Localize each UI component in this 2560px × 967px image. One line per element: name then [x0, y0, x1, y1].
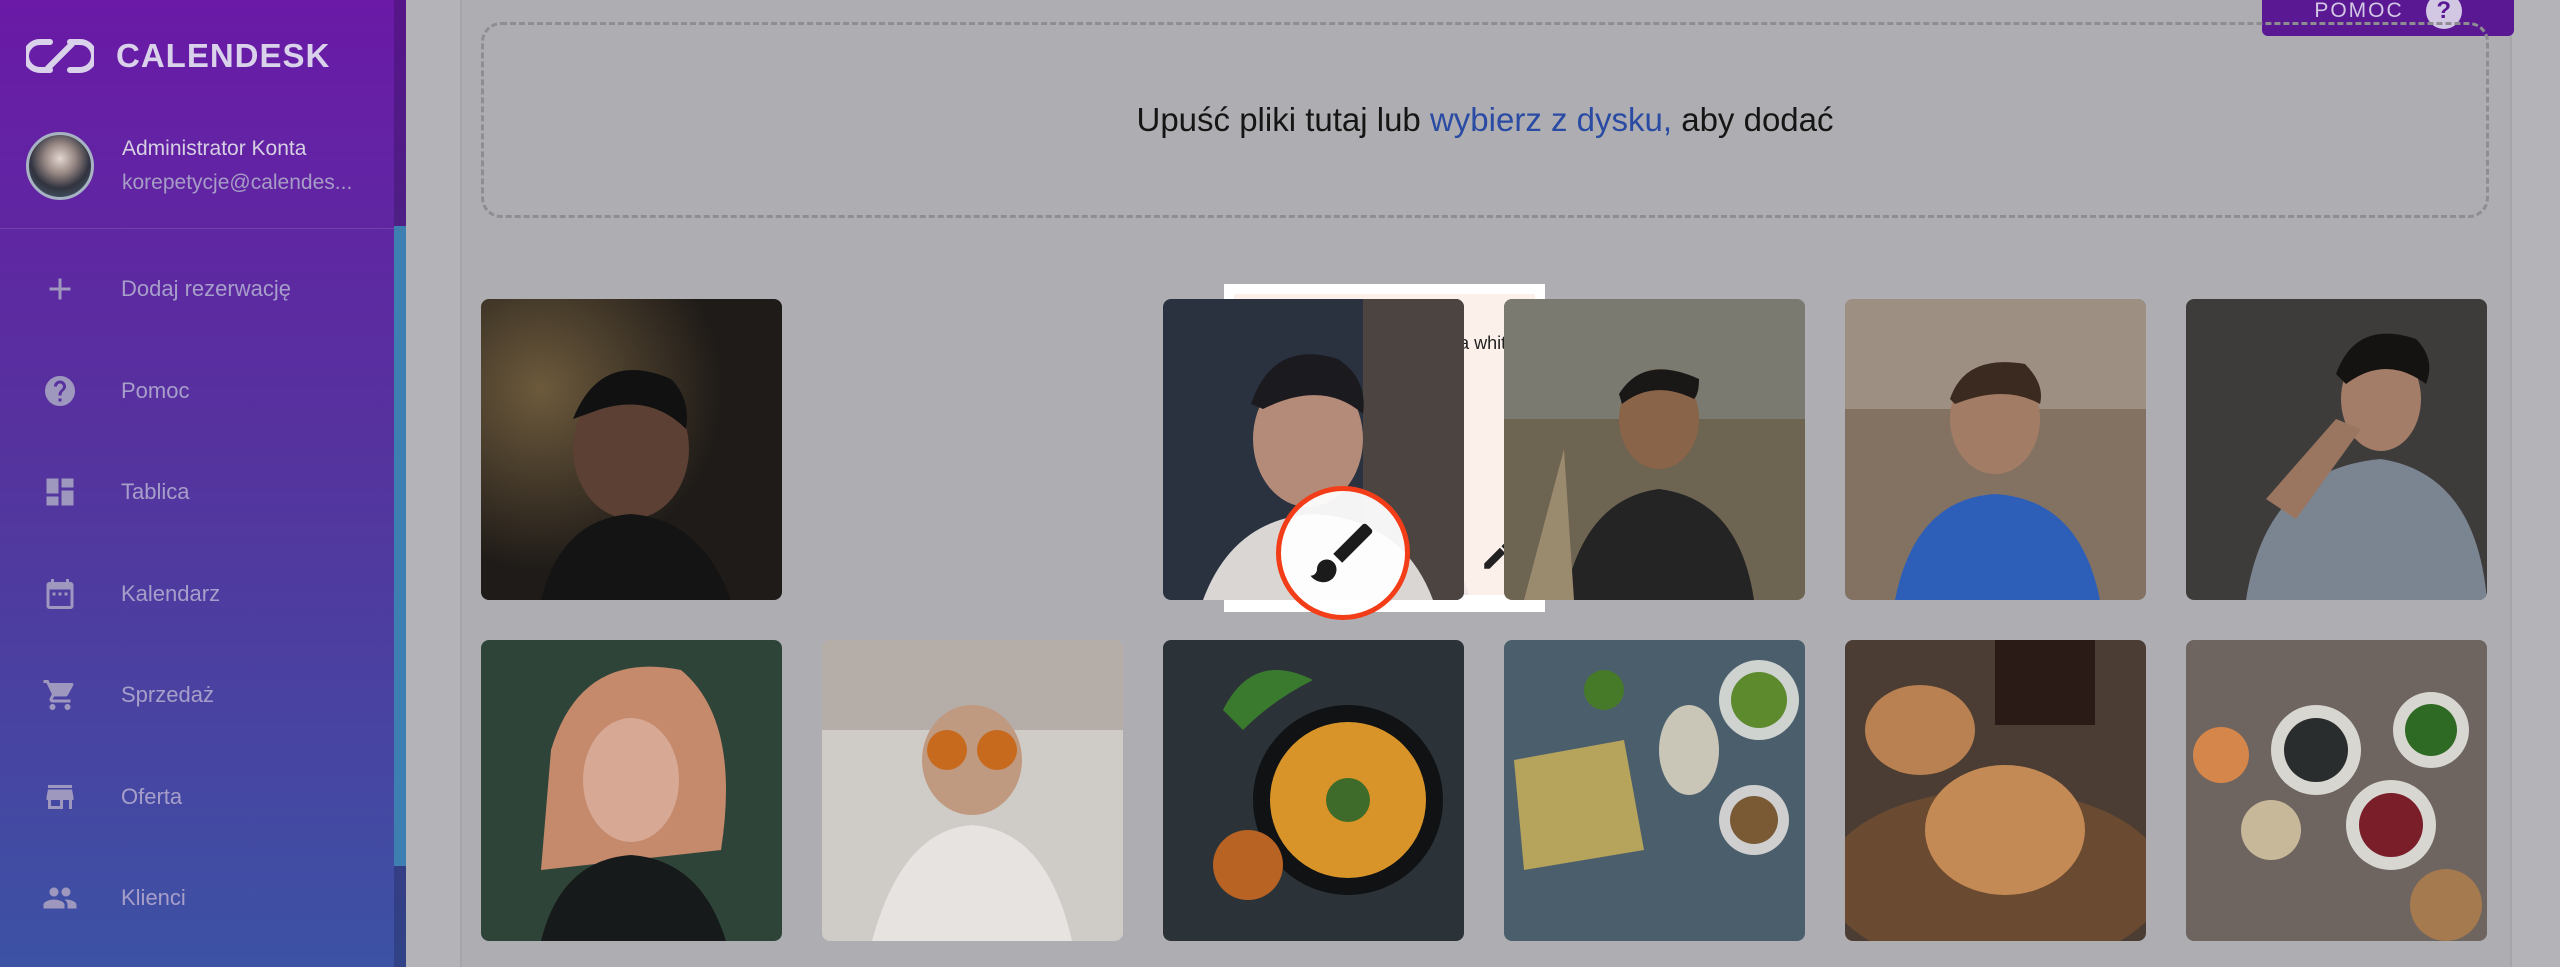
photo-man-blue-tshirt: [1845, 299, 2146, 600]
main-content: POMOC ? Upuść pliki tutaj lub wybierz z …: [406, 0, 2560, 967]
photo-smiling-man-field: [1504, 299, 1805, 600]
store-icon: [40, 777, 80, 817]
user-name: Administrator Konta: [122, 137, 307, 160]
choose-from-disk-link[interactable]: wybierz z dysku,: [1430, 101, 1672, 138]
gallery-image[interactable]: [481, 299, 782, 600]
nav-item-label: Klienci: [121, 885, 186, 910]
gallery-image[interactable]: [1845, 640, 2146, 941]
brand-name: CALENDESK: [116, 37, 331, 74]
photo-ingredients: [2186, 640, 2487, 941]
photo-man-dark: [481, 299, 782, 600]
gallery-image[interactable]: [822, 640, 1123, 941]
brush-icon: [1310, 523, 1373, 583]
gallery-image[interactable]: [1163, 640, 1464, 941]
dropzone-text-after: aby dodać: [1672, 101, 1834, 138]
gallery-image[interactable]: [1504, 640, 1805, 941]
nav-item-sales[interactable]: Sprzedaż: [0, 655, 394, 735]
nav-item-label: Sprzedaż: [121, 682, 214, 707]
nav-item-help[interactable]: Pomoc: [0, 351, 394, 431]
nav-item-clients[interactable]: Klienci: [0, 858, 394, 938]
dashboard-icon: [40, 472, 80, 512]
nav-item-add-booking[interactable]: Dodaj rezerwację: [0, 249, 394, 329]
app-logo[interactable]: CALENDESK: [26, 36, 330, 76]
nav-item-offer[interactable]: Oferta: [0, 757, 394, 837]
nav-item-label: Pomoc: [121, 378, 190, 403]
sidebar: CALENDESK Administrator Konta korepetycj…: [0, 0, 406, 967]
avatar: [26, 132, 94, 200]
gallery-image[interactable]: [481, 640, 782, 941]
gallery-image[interactable]: [1504, 299, 1805, 600]
user-profile[interactable]: Administrator Konta korepetycje@calendes…: [26, 132, 352, 200]
plus-icon: [40, 269, 80, 309]
user-email: korepetycje@calendes...: [122, 171, 353, 194]
dropzone-text-before: Upuść pliki tutaj lub: [1136, 101, 1430, 138]
brush-tool-highlight[interactable]: [1276, 486, 1410, 620]
calendesk-logo-icon: [26, 39, 94, 73]
gallery-image[interactable]: [1845, 299, 2146, 600]
photo-woman-blonde: [481, 640, 782, 941]
nav-item-label: Tablica: [121, 479, 190, 504]
gallery-image[interactable]: [2186, 299, 2487, 600]
photo-food-platter: [1504, 640, 1805, 941]
photo-child-oranges: [822, 640, 1123, 941]
photo-bread-rolls: [1845, 640, 2146, 941]
photo-man-thinking: [2186, 299, 2487, 600]
dropzone-text: Upuść pliki tutaj lub wybierz z dysku, a…: [1136, 101, 1833, 139]
nav-item-dashboard[interactable]: Tablica: [0, 452, 394, 532]
nav-item-label: Kalendarz: [121, 581, 221, 606]
file-dropzone[interactable]: Upuść pliki tutaj lub wybierz z dysku, a…: [481, 22, 2489, 218]
calendar-icon: [40, 574, 80, 614]
help-icon: [40, 371, 80, 411]
nav-item-calendar[interactable]: Kalendarz: [0, 554, 394, 634]
sidebar-scrollbar[interactable]: [394, 0, 406, 967]
sidebar-divider: [0, 228, 394, 229]
nav-item-label: Oferta: [121, 784, 183, 809]
sidebar-scrollbar-thumb[interactable]: [394, 226, 406, 866]
photo-soup-bowl: [1163, 640, 1464, 941]
cart-icon: [40, 675, 80, 715]
gallery-image[interactable]: [2186, 640, 2487, 941]
people-icon: [40, 878, 80, 918]
help-button-label: POMOC: [2314, 0, 2404, 22]
nav-item-label: Dodaj rezerwację: [121, 276, 291, 301]
